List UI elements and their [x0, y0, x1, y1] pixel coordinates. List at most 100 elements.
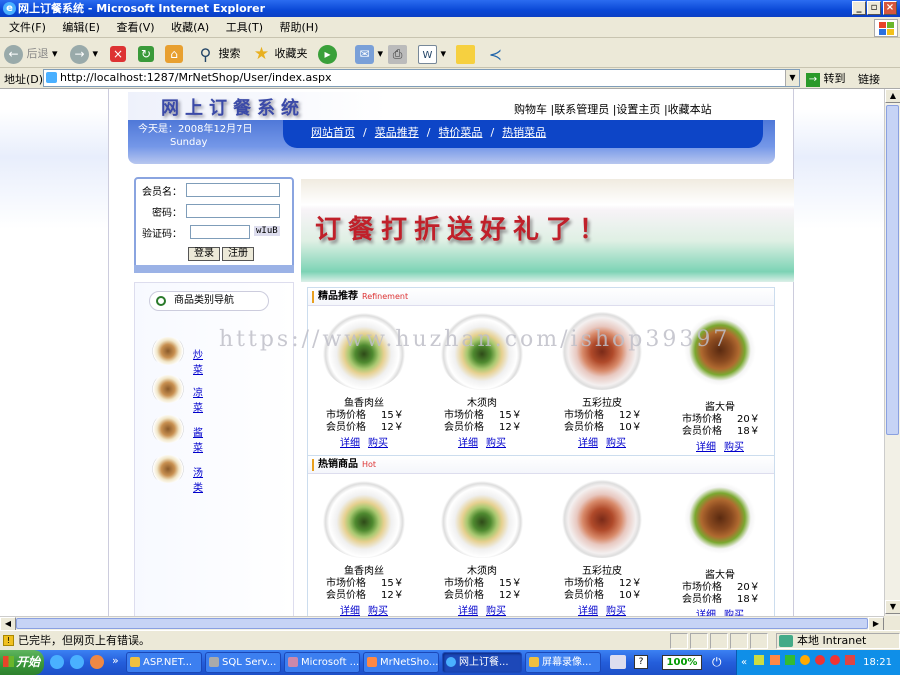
media-button[interactable]: ▸: [318, 43, 337, 65]
password-input[interactable]: [186, 204, 280, 218]
quicklaunch-more-icon[interactable]: »: [112, 654, 119, 667]
maximize-button[interactable]: ▫: [867, 1, 881, 15]
search-button[interactable]: ⚲ 搜索: [196, 43, 241, 65]
menu-file[interactable]: 文件(F): [9, 21, 46, 34]
detail-link[interactable]: 详细: [340, 606, 360, 616]
app-icon: [367, 657, 377, 667]
date-text: 今天是：2008年12月7日: [138, 124, 253, 135]
menu-tools[interactable]: 工具(T): [226, 21, 263, 34]
plug-icon[interactable]: ⏻: [712, 655, 728, 669]
detail-link[interactable]: 详细: [578, 606, 598, 616]
dish-image[interactable]: [320, 478, 408, 558]
clock[interactable]: 18:21: [863, 650, 892, 675]
scroll-down-icon[interactable]: ▼: [885, 600, 900, 614]
tray-icon[interactable]: [769, 655, 780, 665]
detail-link[interactable]: 详细: [578, 438, 598, 449]
task-sqlserver[interactable]: SQL Serv...: [205, 652, 281, 673]
login-panel-footer: [134, 265, 294, 273]
nav-hot[interactable]: 热销菜品: [502, 126, 546, 139]
address-dropdown-icon[interactable]: ▼: [785, 70, 799, 86]
messenger-button[interactable]: ≺: [486, 43, 505, 65]
task-ie-active[interactable]: 网上订餐...: [442, 652, 522, 673]
detail-link[interactable]: 详细: [696, 442, 716, 453]
vertical-scrollbar[interactable]: ▲ ▼: [884, 89, 900, 616]
dish-image[interactable]: [438, 478, 526, 558]
edit-button[interactable]: W ▾: [418, 43, 446, 65]
home-button[interactable]: ⌂: [165, 43, 183, 65]
captcha-image: wIuB: [254, 226, 280, 236]
section-header: 热销商品 Hot: [308, 456, 774, 474]
help-icon[interactable]: ?: [634, 655, 648, 669]
top-nav: 购物车 |联系管理员 |设置主页 |收藏本站: [514, 101, 712, 117]
task-microsoft[interactable]: Microsoft ...: [284, 652, 360, 673]
detail-link[interactable]: 详细: [458, 606, 478, 616]
go-button[interactable]: → 转到: [806, 70, 846, 87]
tray-icon[interactable]: [815, 655, 826, 665]
dish-image[interactable]: [676, 478, 764, 558]
zoom-indicator[interactable]: 100%: [662, 655, 702, 670]
menu-help[interactable]: 帮助(H): [280, 21, 319, 34]
tray-icon[interactable]: [830, 655, 841, 665]
mail-button[interactable]: ✉ ▾: [355, 43, 383, 65]
nav-special[interactable]: 特价菜品: [438, 126, 482, 139]
nav-home[interactable]: 网站首页: [311, 126, 355, 139]
hscroll-thumb[interactable]: [16, 618, 868, 629]
dish-image[interactable]: [558, 478, 646, 558]
back-button[interactable]: ← 后退 ▾: [4, 43, 58, 65]
star-icon: ★: [253, 43, 270, 64]
minimize-button[interactable]: _: [852, 1, 866, 15]
zone-panel: 本地 Intranet: [776, 633, 900, 649]
buy-link[interactable]: 购买: [486, 606, 506, 616]
buy-link[interactable]: 购买: [368, 438, 388, 449]
menu-favorites[interactable]: 收藏(A): [171, 21, 209, 34]
close-button[interactable]: ×: [883, 1, 897, 15]
horizontal-scrollbar[interactable]: ◀ ▶: [0, 616, 884, 631]
address-input[interactable]: http://localhost:1287/MrNetShop/User/ind…: [43, 69, 800, 87]
print-button[interactable]: ⎙: [388, 43, 407, 65]
topnav-cart[interactable]: 购物车: [514, 103, 547, 116]
links-button[interactable]: 链接: [858, 71, 880, 87]
nav-recommend[interactable]: 菜品推荐: [375, 126, 419, 139]
topnav-bookmark[interactable]: |收藏本站: [664, 103, 712, 116]
task-recorder[interactable]: 屏幕录像...: [525, 652, 601, 673]
ie-quicklaunch-icon[interactable]: [50, 655, 64, 669]
task-aspnet[interactable]: ASP.NET...: [126, 652, 202, 673]
task-mrnetshop[interactable]: MrNetSho...: [363, 652, 439, 673]
menu-edit[interactable]: 编辑(E): [62, 21, 100, 34]
tray-icon[interactable]: [784, 655, 795, 665]
warning-icon[interactable]: !: [3, 635, 14, 646]
ie2-quicklaunch-icon[interactable]: [70, 655, 84, 669]
favorites-button[interactable]: ★ 收藏夹: [252, 43, 308, 65]
scroll-left-icon[interactable]: ◀: [0, 617, 16, 631]
tray-icon[interactable]: [845, 655, 856, 665]
start-button[interactable]: 开始: [0, 650, 44, 675]
captcha-input[interactable]: [190, 225, 250, 239]
refresh-button[interactable]: ↻: [138, 43, 154, 65]
login-button[interactable]: 登录: [188, 247, 220, 261]
tray-icon[interactable]: [754, 655, 765, 665]
topnav-contact[interactable]: |联系管理员: [551, 103, 610, 116]
scroll-up-icon[interactable]: ▲: [885, 89, 900, 103]
tray-expand-icon[interactable]: «: [741, 657, 747, 668]
buy-link[interactable]: 购买: [486, 438, 506, 449]
left-gutter-decor: [0, 109, 108, 229]
buy-link[interactable]: 购买: [724, 442, 744, 453]
discuss-button[interactable]: [456, 43, 475, 65]
buy-link[interactable]: 购买: [368, 606, 388, 616]
member-input[interactable]: [186, 183, 280, 197]
menu-view[interactable]: 查看(V): [116, 21, 154, 34]
scroll-right-icon[interactable]: ▶: [868, 617, 884, 631]
register-button[interactable]: 注册: [222, 247, 254, 261]
qq-quicklaunch-icon[interactable]: [90, 655, 104, 669]
buy-link[interactable]: 购买: [606, 438, 626, 449]
main-nav: 网站首页 / 菜品推荐 / 特价菜品 / 热销菜品: [311, 126, 547, 139]
scroll-thumb[interactable]: [886, 105, 899, 435]
topnav-sethome[interactable]: |设置主页: [613, 103, 661, 116]
tray-icon[interactable]: [799, 655, 810, 665]
forward-button[interactable]: → ▾: [70, 43, 98, 65]
detail-link[interactable]: 详细: [458, 438, 478, 449]
stop-button[interactable]: ×: [110, 43, 126, 65]
buy-link[interactable]: 购买: [606, 606, 626, 616]
keyboard-icon[interactable]: [610, 655, 626, 669]
detail-link[interactable]: 详细: [340, 438, 360, 449]
